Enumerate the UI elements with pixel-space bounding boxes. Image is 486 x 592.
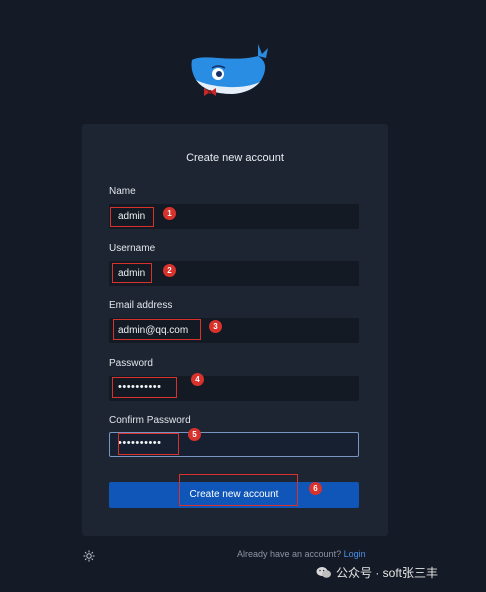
name-value: admin: [118, 211, 146, 222]
annotation-marker-3: 3: [209, 320, 222, 333]
wechat-icon: [316, 566, 332, 579]
annotation-marker-1: 1: [163, 207, 176, 220]
username-label: Username: [109, 243, 156, 254]
email-value: admin@qq.com: [118, 325, 189, 336]
confirm-password-label: Confirm Password: [109, 415, 191, 426]
login-prompt: Already have an account? Login: [237, 549, 366, 559]
sun-icon[interactable]: [83, 549, 95, 562]
email-input[interactable]: admin@qq.com: [109, 318, 359, 343]
annotation-marker-5: 5: [188, 428, 201, 441]
annotation-marker-6: 6: [309, 482, 322, 495]
watermark: 公众号 · soft张三丰: [316, 564, 438, 581]
confirm-password-input[interactable]: ••••••••••: [109, 432, 359, 457]
password-label: Password: [109, 358, 153, 369]
annotation-marker-2: 2: [163, 264, 176, 277]
confirm-password-value: ••••••••••: [118, 437, 162, 449]
login-question: Already have an account?: [237, 549, 342, 559]
password-input[interactable]: ••••••••••: [109, 376, 359, 401]
name-label: Name: [109, 186, 136, 197]
username-value: admin: [118, 268, 146, 279]
password-value: ••••••••••: [118, 381, 162, 393]
signup-card: Create new account Name admin Username a…: [82, 124, 388, 536]
email-label: Email address: [109, 300, 173, 311]
watermark-text: 公众号 · soft张三丰: [336, 566, 439, 580]
username-input[interactable]: admin: [109, 261, 359, 286]
annotation-marker-4: 4: [191, 373, 204, 386]
login-link[interactable]: Login: [344, 549, 366, 559]
form-title: Create new account: [186, 152, 284, 164]
docker-whale-icon: [188, 40, 284, 104]
name-input[interactable]: admin: [109, 204, 359, 229]
